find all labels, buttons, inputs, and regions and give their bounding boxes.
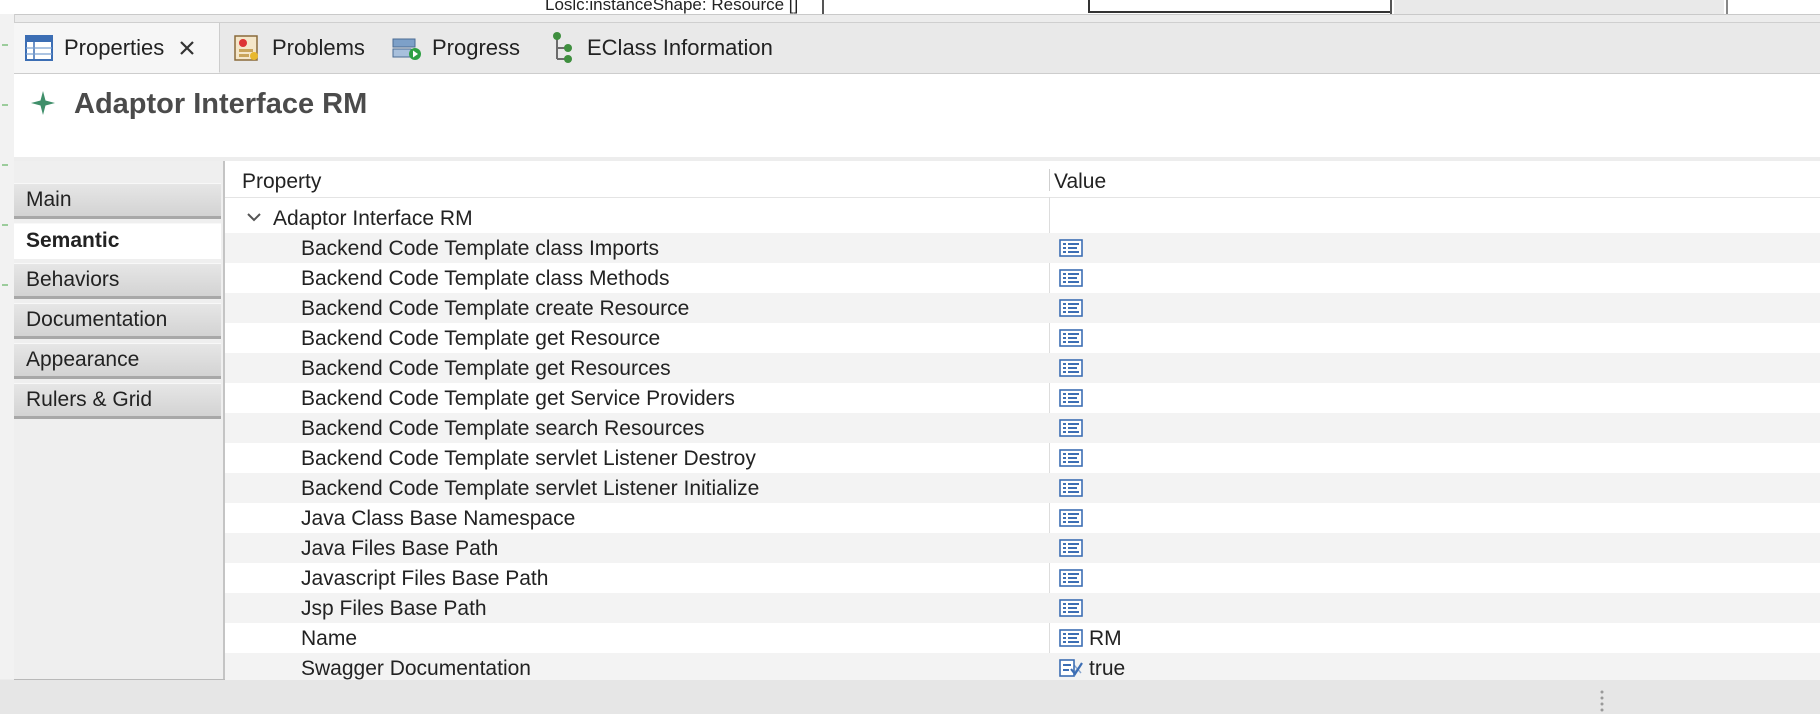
property-name: Jsp Files Base Path (301, 597, 487, 620)
property-name: Java Files Base Path (301, 537, 499, 560)
diagram-fragment-text: Loslc:instanceShape: Resource [] (545, 0, 799, 14)
text-property-icon (1059, 508, 1083, 528)
section-tab-label: Behaviors (26, 268, 120, 291)
section-tab-label: Rulers & Grid (26, 388, 153, 411)
column-divider[interactable] (1049, 169, 1050, 191)
property-name: Backend Code Template get Resource (301, 327, 661, 350)
column-header-property[interactable]: Property (242, 170, 321, 194)
text-property-icon (1059, 298, 1083, 318)
property-value[interactable]: true (1089, 657, 1125, 681)
text-property-icon (1059, 358, 1083, 378)
properties-title-bar: Adaptor Interface RM (14, 74, 1820, 161)
property-name: Backend Code Template search Resources (301, 417, 705, 440)
property-value[interactable]: RM (1089, 627, 1122, 651)
properties-view: Properties Problems Progress EClass Info… (14, 22, 1820, 683)
text-property-icon (1059, 448, 1083, 468)
table-row[interactable]: Name RM (225, 623, 1820, 653)
property-rows: Backend Code Template class Imports Backe… (225, 233, 1820, 683)
eclass-tree-icon (547, 32, 577, 63)
table-row[interactable]: Swagger Documentation true (225, 653, 1820, 683)
tab-properties-label: Properties (64, 34, 165, 60)
section-tab-behaviors[interactable]: Behaviors (14, 263, 221, 299)
diagram-line (822, 0, 824, 14)
property-sheet: Property Value Adaptor Interface RM Back… (225, 161, 1820, 683)
text-property-icon (1059, 568, 1083, 588)
left-gutter (0, 14, 15, 679)
progress-icon (392, 33, 422, 63)
text-property-icon (1059, 268, 1083, 288)
property-section-tabs: Main Semantic Behaviors Documentation Ap… (14, 161, 225, 679)
tab-problems[interactable]: Problems (232, 23, 365, 73)
property-name: Backend Code Template class Methods (301, 267, 670, 290)
tab-properties[interactable]: Properties (14, 23, 220, 73)
text-property-icon (1059, 418, 1083, 438)
grip-handle-icon[interactable] (1600, 690, 1604, 712)
chevron-down-icon[interactable] (245, 208, 263, 226)
text-property-icon (1059, 628, 1083, 648)
column-header-value[interactable]: Value (1054, 170, 1106, 194)
section-tab-label: Main (26, 188, 72, 211)
diagram-fill (1394, 0, 1724, 14)
element-sparkle-icon (30, 90, 56, 116)
table-row[interactable]: Backend Code Template create Resource (225, 293, 1820, 323)
table-row[interactable]: Backend Code Template search Resources (225, 413, 1820, 443)
status-bar (0, 680, 1820, 714)
text-property-icon (1059, 598, 1083, 618)
table-row[interactable]: Java Class Base Namespace (225, 503, 1820, 533)
editor-canvas-strip: Loslc:instanceShape: Resource [] (0, 0, 1820, 15)
property-name: Swagger Documentation (301, 657, 531, 680)
property-name: Backend Code Template servlet Listener I… (301, 477, 760, 500)
diagram-line (1726, 0, 1728, 14)
boolean-property-icon (1059, 658, 1083, 678)
table-row[interactable]: Backend Code Template get Service Provid… (225, 383, 1820, 413)
section-tab-semantic[interactable]: Semantic (14, 223, 221, 259)
tab-progress-label: Progress (432, 35, 521, 60)
section-tab-appearance[interactable]: Appearance (14, 343, 221, 379)
property-name: Backend Code Template create Resource (301, 297, 690, 320)
property-name: Backend Code Template get Resources (301, 357, 671, 380)
property-name: Backend Code Template servlet Listener D… (301, 447, 756, 470)
section-tab-rulers-grid[interactable]: Rulers & Grid (14, 383, 221, 419)
table-row[interactable]: Backend Code Template class Methods (225, 263, 1820, 293)
property-name: Backend Code Template get Service Provid… (301, 387, 735, 410)
tab-progress[interactable]: Progress (392, 23, 520, 73)
table-row[interactable]: Backend Code Template servlet Listener D… (225, 443, 1820, 473)
text-property-icon (1059, 538, 1083, 558)
diagram-line (1390, 0, 1392, 14)
text-property-icon (1059, 478, 1083, 498)
section-tab-label: Semantic (26, 229, 120, 252)
diagram-box (1088, 0, 1392, 13)
property-name: Name (301, 627, 358, 650)
tab-eclass-information[interactable]: EClass Information (547, 23, 773, 73)
group-label: Adaptor Interface RM (273, 207, 473, 230)
tab-eclass-information-label: EClass Information (587, 35, 773, 60)
properties-table-icon (24, 33, 54, 63)
close-icon[interactable] (176, 37, 198, 59)
table-row[interactable]: Backend Code Template get Resource (225, 323, 1820, 353)
property-table-header: Property Value (225, 161, 1820, 198)
table-row[interactable]: Java Files Base Path (225, 533, 1820, 563)
tab-problems-label: Problems (272, 35, 365, 60)
tree-group-row[interactable]: Adaptor Interface RM (225, 203, 1820, 233)
table-row[interactable]: Backend Code Template servlet Listener I… (225, 473, 1820, 503)
property-name: Java Class Base Namespace (301, 507, 576, 530)
page-title: Adaptor Interface RM (74, 88, 368, 120)
table-row[interactable]: Backend Code Template get Resources (225, 353, 1820, 383)
table-row[interactable]: Backend Code Template class Imports (225, 233, 1820, 263)
section-tab-label: Documentation (26, 308, 168, 331)
problems-icon (232, 33, 262, 63)
section-tab-main[interactable]: Main (14, 183, 221, 219)
text-property-icon (1059, 388, 1083, 408)
text-property-icon (1059, 328, 1083, 348)
text-property-icon (1059, 238, 1083, 258)
view-tab-bar: Properties Problems Progress EClass Info… (14, 23, 1820, 74)
table-row[interactable]: Jsp Files Base Path (225, 593, 1820, 623)
property-name: Javascript Files Base Path (301, 567, 549, 590)
table-row[interactable]: Javascript Files Base Path (225, 563, 1820, 593)
property-name: Backend Code Template class Imports (301, 237, 659, 260)
section-tab-label: Appearance (26, 348, 140, 371)
section-tab-documentation[interactable]: Documentation (14, 303, 221, 339)
